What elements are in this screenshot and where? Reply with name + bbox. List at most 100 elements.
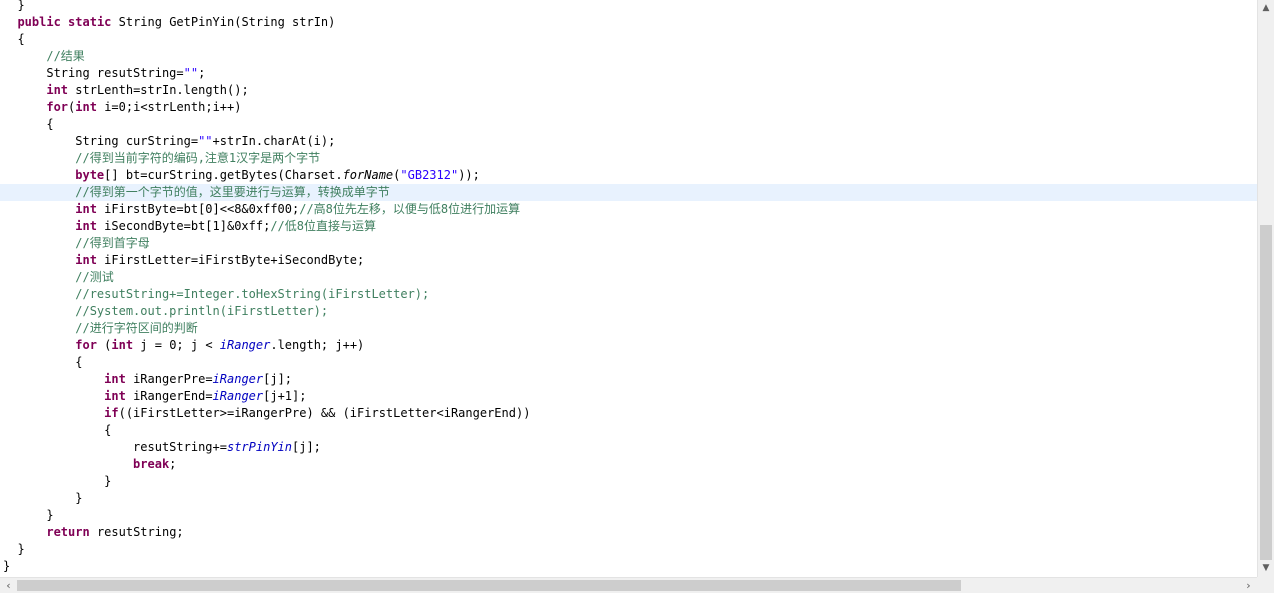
code-line[interactable]: int iRangerEnd=iRanger[j+1];: [0, 388, 1257, 405]
code-token: ;: [169, 457, 177, 471]
code-line[interactable]: byte[] bt=curString.getBytes(Charset.for…: [0, 167, 1257, 184]
scroll-up-icon[interactable]: ▲: [1258, 0, 1274, 17]
code-line[interactable]: }: [0, 473, 1257, 490]
code-keyword: int: [104, 389, 126, 403]
code-line[interactable]: }: [0, 490, 1257, 507]
code-line[interactable]: {: [0, 422, 1257, 439]
code-token: strPinYin: [226, 440, 292, 454]
code-line[interactable]: }: [0, 0, 1257, 14]
code-line[interactable]: for (int j = 0; j < iRanger.length; j++): [0, 337, 1257, 354]
code-lines: } public static String GetPinYin(String …: [0, 0, 1257, 575]
code-line[interactable]: int iSecondByte=bt[1]&0xff;//低8位直接与运算: [0, 218, 1257, 235]
code-keyword: public: [17, 15, 61, 29]
scroll-left-icon[interactable]: ‹: [0, 578, 17, 594]
code-comment: //得到首字母: [75, 236, 150, 250]
code-line[interactable]: //resutString+=Integer.toHexString(iFirs…: [0, 286, 1257, 303]
code-line[interactable]: {: [0, 31, 1257, 48]
code-line[interactable]: for(int i=0;i<strLenth;i++): [0, 99, 1257, 116]
code-comment: //resutString+=Integer.toHexString(iFirs…: [75, 287, 430, 301]
code-token: [] bt=curString.getBytes(Charset.: [104, 168, 343, 182]
code-keyword: int: [75, 100, 97, 114]
code-token: iRangerEnd=: [125, 389, 213, 403]
code-token: }: [3, 559, 11, 573]
code-line[interactable]: {: [0, 354, 1257, 371]
code-editor[interactable]: } public static String GetPinYin(String …: [0, 0, 1257, 577]
code-line[interactable]: //得到当前字符的编码,注意1汉字是两个字节: [0, 150, 1257, 167]
code-token: [j];: [292, 440, 321, 454]
code-keyword: int: [75, 253, 97, 267]
code-comment: //进行字符区间的判断: [75, 321, 198, 335]
code-token: {: [3, 423, 112, 437]
horizontal-scrollbar[interactable]: ‹ ›: [0, 577, 1257, 593]
code-keyword: int: [111, 338, 134, 352]
code-line[interactable]: //测试: [0, 269, 1257, 286]
code-line[interactable]: resutString+=strPinYin[j];: [0, 439, 1257, 456]
scroll-right-icon[interactable]: ›: [1240, 578, 1257, 594]
code-keyword: int: [104, 372, 126, 386]
code-token: ;: [198, 66, 206, 80]
vertical-scroll-thumb[interactable]: [1260, 225, 1272, 560]
vertical-scrollbar[interactable]: ▲ ▼: [1257, 0, 1274, 577]
horizontal-scroll-thumb[interactable]: [17, 580, 961, 591]
code-token: forName: [342, 168, 394, 182]
code-keyword: byte: [75, 168, 105, 182]
code-line[interactable]: int iFirstByte=bt[0]<<8&0xff00;//高8位先左移，…: [0, 201, 1257, 218]
code-line[interactable]: if((iFirstLetter>=iRangerPre) && (iFirst…: [0, 405, 1257, 422]
code-token: iRanger: [212, 372, 264, 386]
code-comment: //测试: [75, 270, 114, 284]
code-token: iRangerPre=: [125, 372, 213, 386]
code-token: iFirstByte=bt[0]<<8&0xff00;: [96, 202, 300, 216]
scrollbar-corner: [1257, 577, 1274, 593]
code-token: }: [3, 491, 83, 505]
code-line[interactable]: {: [0, 116, 1257, 133]
code-line[interactable]: return resutString;: [0, 524, 1257, 541]
code-line[interactable]: String resutString="";: [0, 65, 1257, 82]
code-line[interactable]: }: [0, 507, 1257, 524]
code-token: iRanger: [212, 389, 264, 403]
code-keyword: int: [46, 83, 69, 97]
code-line[interactable]: String curString=""+strIn.charAt(i);: [0, 133, 1257, 150]
code-token: resutString+=: [3, 440, 227, 454]
code-line[interactable]: public static String GetPinYin(String st…: [0, 14, 1257, 31]
code-token: iSecondByte=bt[1]&0xff;: [96, 219, 271, 233]
code-line[interactable]: //System.out.println(iFirstLetter);: [0, 303, 1257, 320]
code-keyword: static: [68, 15, 112, 29]
code-token: i=0;i<strLenth;i++): [96, 100, 242, 114]
code-token: String curString=: [3, 134, 199, 148]
code-line[interactable]: //进行字符区间的判断: [0, 320, 1257, 337]
code-line[interactable]: //得到第一个字节的值，这里要进行与运算，转换成单字节: [0, 184, 1257, 201]
code-keyword: if: [104, 406, 119, 420]
code-line[interactable]: int iRangerPre=iRanger[j];: [0, 371, 1257, 388]
code-comment: //高8位先左移，以便与低8位进行加运算: [299, 202, 521, 216]
code-line[interactable]: }: [0, 541, 1257, 558]
code-token: j = 0; j <: [133, 338, 220, 352]
code-comment: //低8位直接与运算: [270, 219, 377, 233]
scroll-down-icon[interactable]: ▼: [1258, 560, 1274, 577]
code-line[interactable]: }: [0, 558, 1257, 575]
code-line[interactable]: int strLenth=strIn.length();: [0, 82, 1257, 99]
code-keyword: int: [75, 202, 97, 216]
code-line[interactable]: int iFirstLetter=iFirstByte+iSecondByte;: [0, 252, 1257, 269]
code-line[interactable]: //结果: [0, 48, 1257, 65]
code-token: strLenth=strIn.length();: [68, 83, 249, 97]
code-token: {: [3, 355, 83, 369]
code-token: .length; j++): [270, 338, 365, 352]
code-token: String resutString=: [3, 66, 184, 80]
code-line[interactable]: //得到首字母: [0, 235, 1257, 252]
code-comment: //结果: [46, 49, 85, 63]
code-line[interactable]: break;: [0, 456, 1257, 473]
